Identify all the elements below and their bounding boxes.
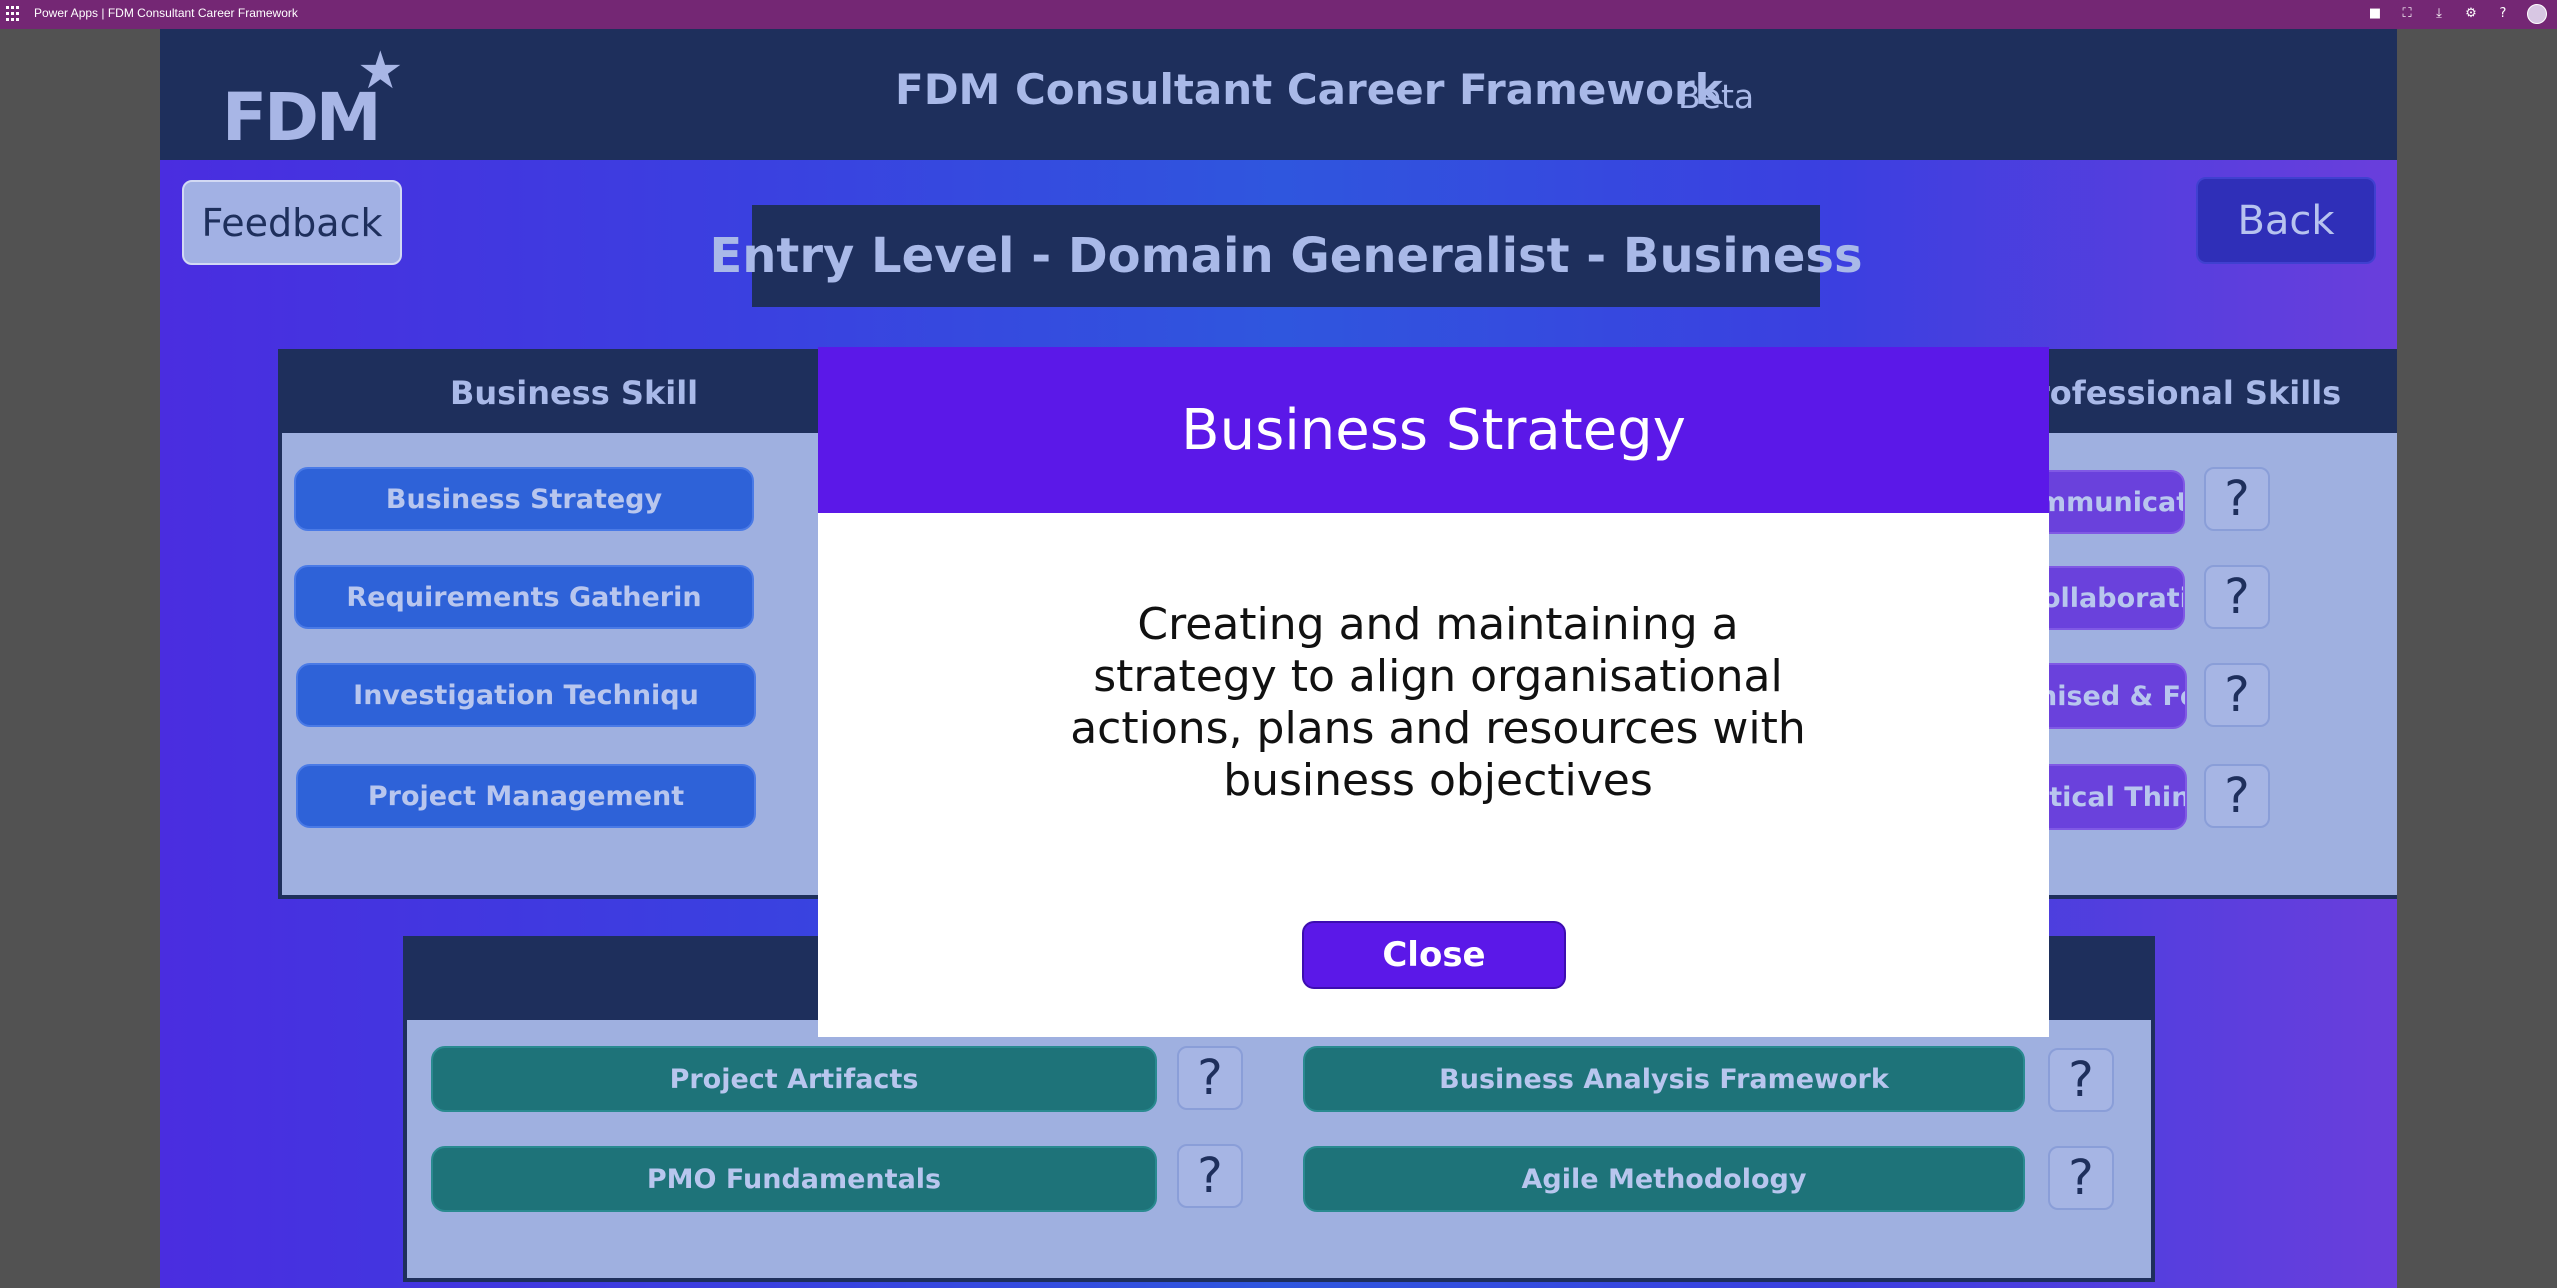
help-collaboration-button[interactable]: ? (2204, 565, 2270, 629)
feedback-button[interactable]: Feedback (182, 180, 402, 265)
modal-title: Business Strategy (818, 347, 2049, 513)
skill-business-strategy[interactable]: Business Strategy (294, 467, 754, 531)
logo-text: FDM (222, 79, 382, 156)
modal-description: Creating and maintaining a strategy to a… (1070, 599, 1806, 806)
fdm-logo: FDM ★ (222, 41, 412, 156)
business-skills-panel: Business Skill Business Strategy Require… (278, 349, 908, 899)
help-critical-thinking-button[interactable]: ? (2204, 764, 2270, 828)
help-communication-button[interactable]: ? (2204, 467, 2270, 531)
skill-business-analysis-framework[interactable]: Business Analysis Framework (1303, 1046, 2025, 1112)
app-canvas: FDM ★ FDM Consultant Career Framework Be… (160, 29, 2397, 1288)
skill-investigation-techniques[interactable]: Investigation Techniqu (296, 663, 756, 727)
avatar[interactable] (2527, 4, 2547, 24)
help-pmo-fundamentals-button[interactable]: ? (1177, 1144, 1243, 1208)
skill-project-management[interactable]: Project Management (296, 764, 756, 828)
app-header: FDM ★ FDM Consultant Career Framework Be… (160, 29, 2397, 160)
help-project-artifacts-button[interactable]: ? (1177, 1046, 1243, 1110)
host-title: Power Apps | FDM Consultant Career Frame… (34, 6, 298, 20)
app-launcher-icon[interactable] (6, 6, 22, 22)
level-title: Entry Level - Domain Generalist - Busine… (709, 205, 1863, 307)
help-icon[interactable]: ? (2495, 6, 2511, 22)
skill-description-modal: Business Strategy Creating and maintaini… (818, 347, 2049, 1037)
settings-icon[interactable]: ⚙ (2463, 6, 2479, 22)
help-organised-focused-button[interactable]: ? (2204, 663, 2270, 727)
close-button[interactable]: Close (1302, 921, 1566, 989)
app-title: FDM Consultant Career Framework (895, 65, 1723, 114)
teams-icon[interactable]: ■ (2367, 6, 2383, 22)
help-business-analysis-framework-button[interactable]: ? (2048, 1048, 2114, 1112)
download-icon[interactable]: ⤓ (2431, 6, 2447, 22)
skill-project-artifacts[interactable]: Project Artifacts (431, 1046, 1157, 1112)
skill-requirements-gathering[interactable]: Requirements Gatherin (294, 565, 754, 629)
fullscreen-icon[interactable]: ⛶ (2399, 6, 2415, 22)
business-skills-title: Business Skill (282, 353, 904, 433)
star-icon: ★ (357, 41, 404, 101)
power-apps-topbar: Power Apps | FDM Consultant Career Frame… (0, 0, 2557, 29)
skill-pmo-fundamentals[interactable]: PMO Fundamentals (431, 1146, 1157, 1212)
skill-agile-methodology[interactable]: Agile Methodology (1303, 1146, 2025, 1212)
back-button[interactable]: Back (2196, 177, 2376, 264)
help-agile-methodology-button[interactable]: ? (2048, 1146, 2114, 1210)
beta-badge: Beta (1678, 77, 1755, 116)
